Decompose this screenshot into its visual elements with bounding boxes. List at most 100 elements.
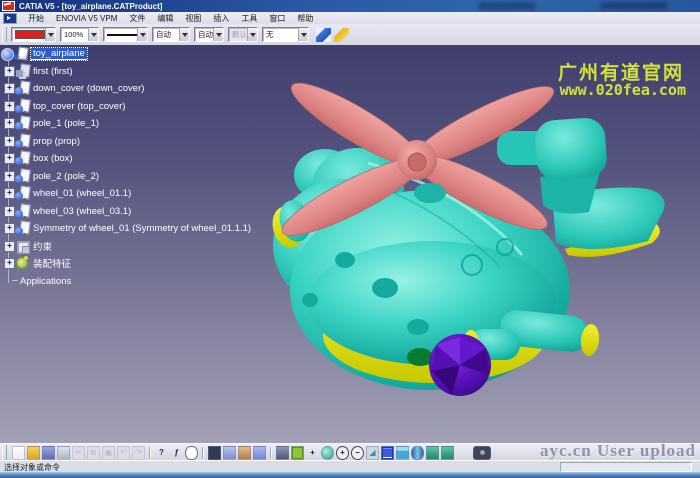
expand-toggle[interactable]: +: [4, 101, 15, 112]
render-style-icon[interactable]: [426, 446, 439, 460]
watermark-url: www.020fea.com: [560, 81, 686, 99]
menu-edit[interactable]: 编辑: [151, 13, 179, 24]
wizard-icon[interactable]: [334, 28, 349, 42]
iso-view-icon[interactable]: [396, 446, 409, 460]
profile-icon[interactable]: [238, 446, 251, 460]
transparency-combo[interactable]: 100%: [60, 27, 99, 42]
point-style-combo[interactable]: 自动: [194, 27, 224, 42]
tree-item-symmetry-wheel-01[interactable]: Symmetry of wheel_01 (Symmetry of wheel_…: [33, 223, 251, 234]
chevron-down-icon[interactable]: [137, 28, 147, 41]
toolbar-separator: [202, 447, 204, 459]
tree-item-pole-2[interactable]: pole_2 (pole_2): [33, 171, 99, 182]
menu-insert[interactable]: 插入: [207, 13, 235, 24]
toolbar-separator: [149, 447, 151, 459]
open-folder-icon[interactable]: [27, 446, 40, 460]
power-input-icon[interactable]: [208, 446, 221, 460]
graphic-properties-toolbar: 100% 自动 自动 默认 无: [0, 24, 700, 46]
chevron-down-icon[interactable]: [213, 28, 223, 41]
chat-icon[interactable]: [185, 446, 198, 460]
tree-item-box[interactable]: box (box): [33, 153, 73, 164]
expand-toggle[interactable]: +: [4, 136, 15, 147]
color-combo[interactable]: [11, 27, 56, 42]
copy-icon: ⧉: [87, 446, 100, 460]
painter-icon[interactable]: [316, 28, 331, 42]
status-field[interactable]: [560, 462, 692, 472]
part-icon: [15, 134, 31, 149]
rotate-icon[interactable]: [321, 446, 334, 460]
expand-toggle[interactable]: +: [4, 241, 15, 252]
tree-item-assembly-features[interactable]: 装配特征: [33, 256, 71, 270]
solid-line-icon: [107, 34, 137, 36]
print-icon[interactable]: [57, 446, 70, 460]
expand-toggle[interactable]: +: [4, 83, 15, 94]
menu-start[interactable]: 开始: [22, 13, 50, 24]
title-bar[interactable]: CATIA V5 - [toy_airplane.CATProduct]: [0, 0, 700, 12]
new-document-icon[interactable]: [12, 446, 25, 460]
chevron-down-icon[interactable]: [179, 28, 189, 41]
constraints-icon: [15, 239, 31, 254]
menu-enovia[interactable]: ENOVIA V5 VPM: [50, 14, 123, 23]
camera-icon[interactable]: [473, 446, 491, 460]
line-type-combo[interactable]: [103, 27, 148, 42]
chevron-down-icon[interactable]: [45, 28, 55, 41]
3d-viewport[interactable]: 广州有道官网 www.020fea.com toy_airplane + fir…: [0, 45, 700, 443]
menu-tools[interactable]: 工具: [235, 13, 263, 24]
fit-all-icon[interactable]: [291, 446, 304, 460]
menu-window[interactable]: 窗口: [263, 13, 291, 24]
toolbar-drag-handle[interactable]: [2, 27, 7, 42]
toolbar-drag-handle[interactable]: [2, 445, 7, 460]
part-icon: [15, 81, 31, 96]
fly-mode-icon[interactable]: [276, 446, 289, 460]
render-style2-icon[interactable]: [441, 446, 454, 460]
expand-toggle[interactable]: +: [4, 66, 15, 77]
toolbar-separator: [270, 447, 272, 459]
tree-item-applications[interactable]: Applications: [12, 276, 71, 287]
tree-item-prop[interactable]: prop (prop): [33, 136, 80, 147]
catia-window: CATIA V5 - [toy_airplane.CATProduct] 开始 …: [0, 0, 700, 478]
window-title: CATIA V5 - [toy_airplane.CATProduct]: [19, 2, 162, 11]
save-icon[interactable]: [42, 446, 55, 460]
expand-toggle[interactable]: +: [4, 118, 15, 129]
menu-file[interactable]: 文件: [123, 13, 151, 24]
expand-toggle[interactable]: +: [4, 206, 15, 217]
tree-item-pole-1[interactable]: pole_1 (pole_1): [33, 118, 99, 129]
tree-item-constraints[interactable]: 约束: [33, 239, 52, 253]
expand-toggle[interactable]: +: [4, 153, 15, 164]
help-icon[interactable]: ?: [155, 446, 168, 460]
chevron-down-icon[interactable]: [298, 28, 308, 41]
assembly-features-icon: [15, 256, 31, 271]
menu-view[interactable]: 视图: [179, 13, 207, 24]
catalog-icon[interactable]: [223, 446, 236, 460]
knowledge-fx-icon[interactable]: ƒ: [170, 446, 183, 460]
blurred-text-smudge: [600, 2, 668, 10]
tree-root-label[interactable]: toy_airplane: [31, 48, 87, 60]
menu-bar: 开始 ENOVIA V5 VPM 文件 编辑 视图 插入 工具 窗口 帮助: [0, 12, 700, 24]
part-icon: [15, 116, 31, 131]
tree-item-down-cover[interactable]: down_cover (down_cover): [33, 83, 144, 94]
tree-item-wheel-01[interactable]: wheel_01 (wheel_01.1): [33, 188, 131, 199]
color-swatch: [15, 30, 45, 39]
window-tile-icon[interactable]: [253, 446, 266, 460]
standard-toolbar: ✂ ⧉ ▣ ↶ ↷ ? ƒ + + − ◢: [0, 443, 700, 461]
menu-help[interactable]: 帮助: [291, 13, 319, 24]
tree-item-first[interactable]: first (first): [33, 66, 73, 77]
normal-view-icon[interactable]: ◢: [366, 446, 379, 460]
expand-toggle[interactable]: +: [4, 223, 15, 234]
tree-item-top-cover[interactable]: top_cover (top_cover): [33, 101, 125, 112]
catia-app-icon: [2, 1, 15, 11]
tree-item-wheel-03[interactable]: wheel_03 (wheel_03.1): [33, 206, 131, 217]
expand-toggle[interactable]: +: [4, 188, 15, 199]
redo-icon: ↷: [132, 446, 145, 460]
line-weight-combo[interactable]: 自动: [152, 27, 190, 42]
zoom-out-icon[interactable]: −: [351, 446, 364, 460]
render-combo[interactable]: 无: [262, 27, 309, 42]
pan-icon[interactable]: +: [306, 446, 319, 460]
chevron-down-icon[interactable]: [88, 28, 98, 41]
document-menu-icon[interactable]: [3, 13, 17, 24]
multi-view-icon[interactable]: [381, 446, 394, 460]
window-frame-bottom: [0, 472, 700, 478]
shading-icon[interactable]: [411, 446, 424, 460]
expand-toggle[interactable]: +: [4, 171, 15, 182]
expand-toggle[interactable]: +: [4, 258, 15, 269]
zoom-in-icon[interactable]: +: [336, 446, 349, 460]
